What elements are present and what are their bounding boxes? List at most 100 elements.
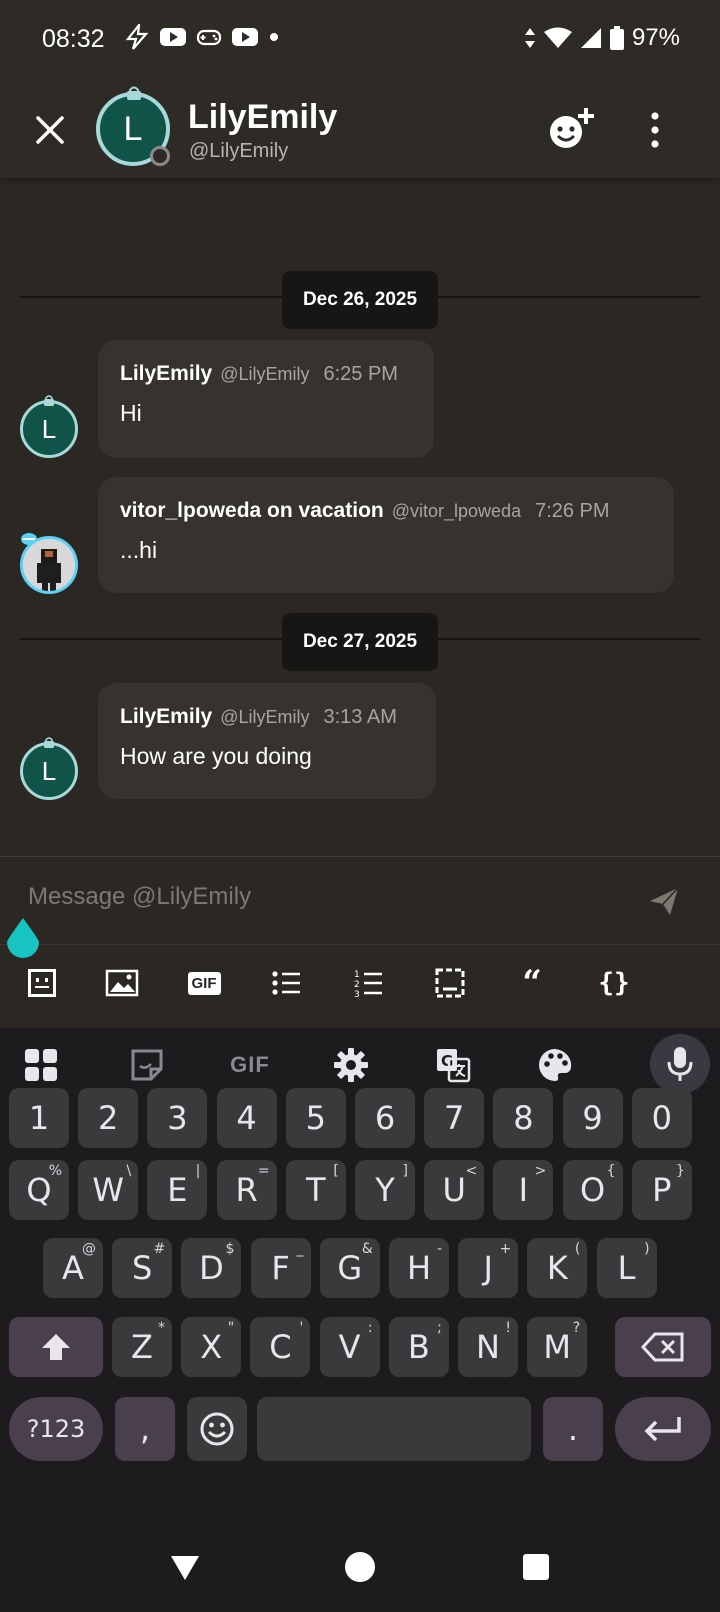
key-hint: ? xyxy=(572,1320,581,1336)
key-b[interactable]: B; xyxy=(388,1317,449,1377)
system-icons: 97% xyxy=(524,24,680,52)
key-label: 4 xyxy=(236,1099,257,1137)
key-f[interactable]: F _ xyxy=(250,1238,311,1298)
key-q[interactable]: Q% xyxy=(9,1160,69,1220)
message-text: ...hi xyxy=(120,537,158,563)
signal-icon xyxy=(580,28,601,48)
key-label: H xyxy=(406,1249,432,1287)
key-h[interactable]: H- xyxy=(389,1238,449,1298)
message-composer[interactable]: Message @LilyEmily xyxy=(0,856,720,944)
recents-square-icon[interactable] xyxy=(519,1550,553,1584)
key-y[interactable]: Y] xyxy=(355,1160,415,1220)
key-hint: % xyxy=(48,1163,62,1179)
key-hint: _ xyxy=(296,1241,304,1257)
key-label: 1 xyxy=(28,1099,50,1137)
key-7[interactable]: 7 xyxy=(424,1088,485,1148)
key-3[interactable]: 3 xyxy=(147,1088,208,1148)
key-g[interactable]: G & xyxy=(319,1238,380,1298)
key-label: S xyxy=(132,1249,153,1287)
shift-icon xyxy=(42,1334,70,1360)
comma-key[interactable]: , xyxy=(115,1397,175,1461)
keyboard-gif-button[interactable]: GIF xyxy=(224,1042,276,1088)
close-icon[interactable] xyxy=(28,108,72,152)
key-4[interactable]: 4 xyxy=(216,1088,277,1148)
message-bubble[interactable]: LilyEmily @LilyEmily 3:13 AM How are you… xyxy=(98,683,436,799)
key-9[interactable]: 9 xyxy=(562,1088,623,1148)
key-1[interactable]: 1 xyxy=(9,1088,69,1148)
message-list[interactable]: Dec 26, 2025 L LilyEmily @LilyEmily 6:25… xyxy=(0,178,720,856)
key-d[interactable]: D $ xyxy=(181,1238,242,1298)
key-a[interactable]: A @ xyxy=(43,1238,103,1298)
translate-icon: G xyxy=(437,1049,471,1083)
quote-button[interactable]: “ xyxy=(514,963,550,1003)
add-friend-icon[interactable] xyxy=(548,106,598,154)
key-hint: \ xyxy=(126,1163,132,1179)
period-key[interactable]: . xyxy=(543,1397,603,1461)
key-label: B xyxy=(407,1328,430,1366)
theme-button[interactable] xyxy=(532,1042,578,1088)
spoiler-button[interactable] xyxy=(432,965,468,1001)
enter-key[interactable] xyxy=(615,1397,711,1461)
chat-header: L LilyEmily @LilyEmily xyxy=(0,82,720,178)
key-hint: ) xyxy=(644,1241,650,1257)
home-circle-icon[interactable] xyxy=(343,1550,377,1584)
backspace-key[interactable] xyxy=(615,1317,711,1377)
message-avatar[interactable]: L xyxy=(20,400,78,458)
key-i[interactable]: I > xyxy=(493,1160,554,1220)
emoji-key[interactable] xyxy=(187,1397,247,1461)
image-button[interactable] xyxy=(104,965,140,1001)
numbered-list-button[interactable]: 123 xyxy=(350,965,386,1001)
key-p[interactable]: P} xyxy=(631,1160,692,1220)
message-author[interactable]: vitor_lpoweda on vacation xyxy=(120,499,384,523)
emoji-picker-button[interactable] xyxy=(24,965,60,1001)
message-bubble[interactable]: vitor_lpoweda on vacation @vitor_lpoweda… xyxy=(98,477,674,593)
key-v[interactable]: V: xyxy=(319,1317,380,1377)
translate-button[interactable]: G xyxy=(430,1042,476,1088)
key-label: 7 xyxy=(444,1099,465,1137)
key-u[interactable]: U < xyxy=(424,1160,485,1220)
key-6[interactable]: 6 xyxy=(355,1088,415,1148)
key-o[interactable]: O{ xyxy=(562,1160,623,1220)
shift-key[interactable] xyxy=(9,1317,103,1377)
send-icon[interactable] xyxy=(648,885,680,917)
more-options-icon[interactable] xyxy=(640,110,670,150)
space-key[interactable] xyxy=(257,1397,531,1461)
key-8[interactable]: 8 xyxy=(493,1088,554,1148)
code-block-button[interactable]: {} xyxy=(596,965,632,1001)
key-2[interactable]: 2 xyxy=(78,1088,139,1148)
message-bubble[interactable]: LilyEmily @LilyEmily 6:25 PM Hi xyxy=(98,340,434,458)
voice-input-button[interactable] xyxy=(650,1034,710,1094)
message-author[interactable]: LilyEmily xyxy=(120,705,212,729)
message-input[interactable]: Message @LilyEmily xyxy=(28,883,251,911)
navigation-bar xyxy=(0,1522,720,1612)
header-username[interactable]: LilyEmily xyxy=(188,98,337,137)
key-c[interactable]: C ' xyxy=(250,1317,311,1377)
key-5[interactable]: 5 xyxy=(285,1088,346,1148)
settings-button[interactable] xyxy=(328,1042,374,1088)
apps-grid-button[interactable] xyxy=(18,1042,64,1088)
key-z[interactable]: Z * xyxy=(112,1317,172,1377)
key-w[interactable]: W \ xyxy=(78,1160,139,1220)
message-handle: @vitor_lpoweda xyxy=(391,501,522,521)
key-l[interactable]: L) xyxy=(596,1238,657,1298)
message-avatar[interactable]: L xyxy=(20,742,78,800)
key-0[interactable]: 0 xyxy=(631,1088,692,1148)
key-t[interactable]: T[ xyxy=(285,1160,346,1220)
key-hint: + xyxy=(499,1241,512,1257)
back-triangle-icon[interactable] xyxy=(168,1550,202,1584)
message-author[interactable]: LilyEmily xyxy=(120,362,212,386)
key-m[interactable]: M? xyxy=(527,1317,588,1377)
key-n[interactable]: N! xyxy=(458,1317,518,1377)
key-e[interactable]: E | xyxy=(147,1160,208,1220)
key-s[interactable]: S # xyxy=(112,1238,173,1298)
gif-button[interactable]: GIF xyxy=(186,965,222,1001)
key-x[interactable]: X " xyxy=(181,1317,242,1377)
key-k[interactable]: K( xyxy=(527,1238,588,1298)
key-j[interactable]: J + xyxy=(458,1238,519,1298)
symbols-key[interactable]: ?123 xyxy=(9,1397,103,1461)
key-label: W xyxy=(92,1171,124,1209)
sticker-button[interactable] xyxy=(124,1042,170,1088)
bullet-list-button[interactable] xyxy=(268,965,304,1001)
key-r[interactable]: R = xyxy=(216,1160,277,1220)
text-cursor-handle[interactable] xyxy=(5,918,41,958)
